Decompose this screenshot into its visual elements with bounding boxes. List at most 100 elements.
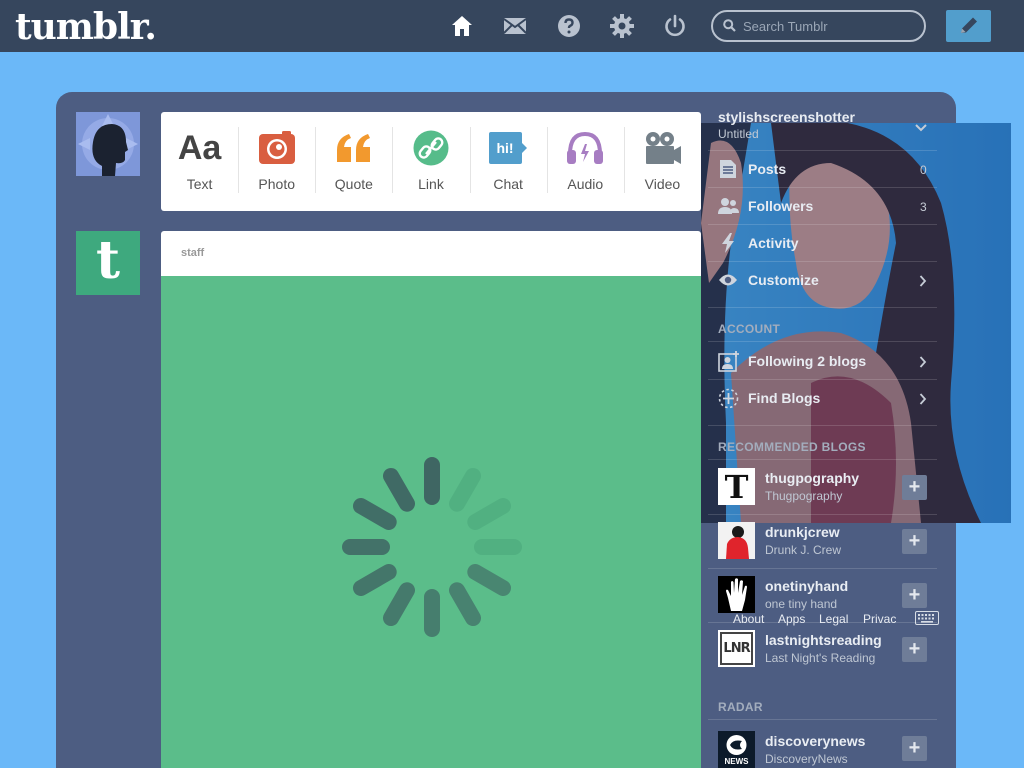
sidebar-divider: [708, 425, 937, 426]
headphones-icon: [567, 131, 604, 164]
footer-link-about[interactable]: About: [733, 612, 764, 626]
search-icon: [723, 19, 736, 32]
sidebar-divider: [708, 459, 937, 460]
follow-button[interactable]: +: [902, 736, 927, 761]
chevron-right-icon: [919, 356, 927, 368]
sidebar-item-following[interactable]: Following 2 blogs: [748, 353, 866, 369]
recommended-blog-name[interactable]: onetinyhand: [765, 578, 848, 594]
person-red-jacket-icon: [718, 522, 755, 559]
eye-icon: [719, 274, 737, 286]
link-icon: [413, 130, 449, 166]
follow-button[interactable]: +: [902, 529, 927, 554]
sidebar-blog-title: Untitled: [718, 127, 759, 141]
post-type-link[interactable]: Link: [392, 112, 469, 211]
post-type-quote[interactable]: Quote: [315, 112, 392, 211]
home-icon[interactable]: [450, 14, 474, 38]
tumblr-logo[interactable]: tumblr.: [15, 6, 157, 48]
settings-icon[interactable]: [610, 14, 634, 38]
footer-link-legal[interactable]: Legal: [819, 612, 848, 626]
chevron-right-icon: [919, 393, 927, 405]
chevron-down-icon[interactable]: [915, 124, 927, 132]
following-icon: [718, 351, 739, 372]
post-type-audio[interactable]: Audio: [546, 112, 624, 211]
pencil-icon: [961, 17, 977, 33]
blog-avatar[interactable]: LNR: [718, 630, 755, 667]
follow-button[interactable]: +: [902, 637, 927, 662]
post-blog-name[interactable]: staff: [181, 247, 204, 259]
followers-count: 3: [920, 200, 927, 214]
tumblr-t-logo: t: [95, 230, 121, 291]
spinner-spoke: [352, 564, 397, 596]
recommended-blog-name[interactable]: drunkjcrew: [765, 524, 840, 540]
recommended-heading: RECOMMENDED BLOGS: [718, 440, 866, 454]
sidebar-divider: [708, 341, 937, 342]
power-icon[interactable]: [663, 14, 687, 38]
blog-avatar[interactable]: [718, 576, 755, 613]
svg-text:NEWS: NEWS: [725, 757, 750, 766]
recommended-blog-title: Thugpography: [765, 489, 843, 503]
sidebar-item-activity[interactable]: Activity: [748, 235, 799, 251]
chevron-right-icon: [919, 275, 927, 287]
compose-button[interactable]: [946, 10, 991, 42]
sidebar-divider: [708, 224, 937, 225]
quote-icon: [336, 134, 370, 162]
post-type-chat[interactable]: hi! Chat: [469, 112, 547, 211]
spinner-spoke: [352, 498, 397, 530]
recommended-blog-title: Drunk J. Crew: [765, 543, 842, 557]
spinner-spoke: [467, 498, 512, 530]
recommended-blog-name[interactable]: thugpography: [765, 470, 859, 486]
chat-icon: hi!: [489, 132, 528, 164]
sidebar-divider: [708, 622, 937, 623]
spinner-spoke: [383, 582, 415, 627]
user-avatar[interactable]: [76, 112, 140, 176]
help-icon[interactable]: [557, 14, 581, 38]
sidebar-divider: [708, 379, 937, 380]
blog-avatar[interactable]: T: [718, 468, 755, 505]
camera-icon: [258, 131, 295, 164]
post-type-video[interactable]: Video: [623, 112, 701, 211]
spinner-spoke: [467, 564, 512, 596]
recommended-blog-title: one tiny hand: [765, 597, 838, 611]
find-blogs-icon: [718, 388, 739, 409]
sidebar-item-customize[interactable]: Customize: [748, 272, 819, 288]
footer-link-privacy[interactable]: Privac: [863, 612, 896, 626]
sidebar-divider: [708, 719, 937, 720]
svg-text:hi!: hi!: [497, 140, 514, 156]
discovery-news-logo: NEWS: [718, 731, 755, 768]
footer-link-apps[interactable]: Apps: [778, 612, 805, 626]
spinner-spoke: [449, 582, 481, 627]
blog-avatar[interactable]: NEWS: [718, 731, 755, 768]
follow-button[interactable]: +: [902, 475, 927, 500]
spinner-spoke: [383, 467, 415, 512]
post-type-text[interactable]: Aa Text: [161, 112, 238, 211]
post-content[interactable]: [161, 276, 701, 768]
sidebar-item-posts[interactable]: Posts: [748, 161, 786, 177]
sidebar-divider: [708, 307, 937, 308]
posts-count: 0: [920, 163, 927, 177]
post-type-bar: Aa Text Photo Quote Link hi! Chat Audio …: [161, 112, 701, 211]
staff-avatar[interactable]: t: [76, 231, 140, 295]
recommended-blog-name[interactable]: lastnightsreading: [765, 632, 882, 648]
recommended-blog-title: Last Night's Reading: [765, 651, 876, 665]
blog-avatar[interactable]: [718, 522, 755, 559]
follow-button[interactable]: +: [902, 583, 927, 608]
posts-icon: [720, 160, 736, 178]
sidebar-item-find-blogs[interactable]: Find Blogs: [748, 390, 820, 406]
radar-blog-title: DiscoveryNews: [765, 752, 848, 766]
sidebar-divider: [708, 514, 937, 515]
loading-spinner-icon: [342, 457, 522, 637]
search-input[interactable]: [743, 17, 913, 35]
sidebar-blog-name[interactable]: stylishscreenshotter: [718, 109, 855, 125]
radar-blog-name[interactable]: discoverynews: [765, 733, 865, 749]
post-type-photo[interactable]: Photo: [238, 112, 315, 211]
top-bar: tumblr.: [0, 0, 1024, 52]
sidebar-divider: [708, 187, 937, 188]
search-box[interactable]: [711, 10, 926, 42]
mail-icon[interactable]: [503, 14, 527, 38]
video-camera-icon: [646, 132, 682, 164]
sidebar-item-followers[interactable]: Followers: [748, 198, 813, 214]
account-heading: ACCOUNT: [718, 322, 781, 336]
spinner-spoke: [449, 467, 481, 512]
sidebar-divider: [708, 261, 937, 262]
sidebar-divider: [708, 568, 937, 569]
